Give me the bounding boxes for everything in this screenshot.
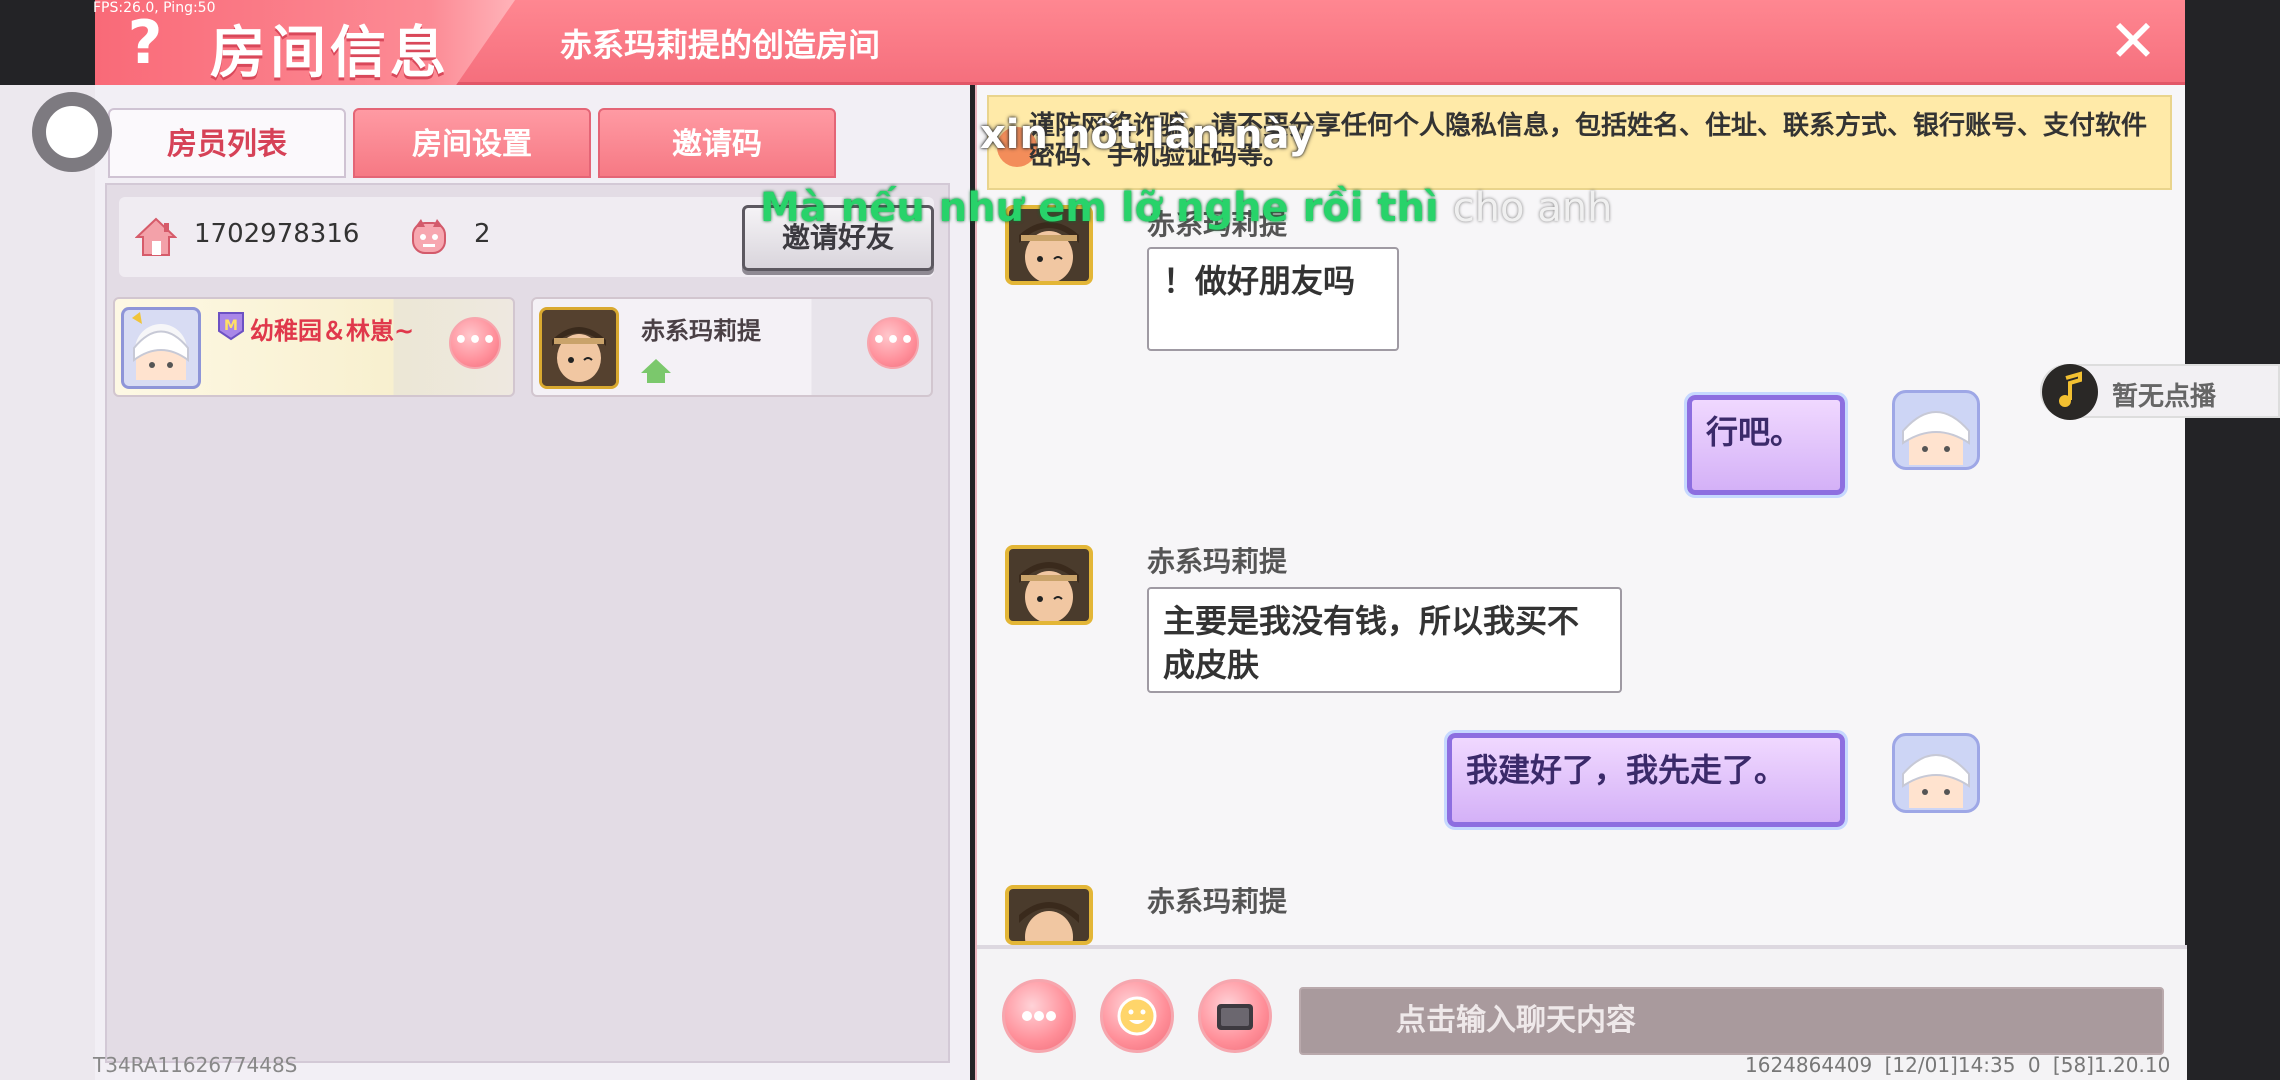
avatar-brown-hair-icon bbox=[1019, 902, 1079, 941]
self-avatar[interactable] bbox=[1892, 733, 1980, 813]
chat-bubble[interactable]: ！做好朋友吗 bbox=[1147, 247, 1399, 351]
svg-text:M: M bbox=[224, 318, 238, 334]
subtitle-pending: cho anh bbox=[1452, 185, 1613, 231]
device-id: T34RA1162677448S bbox=[93, 1053, 298, 1077]
version-info: 1624864409 [12/01]14:35 0 [58]1.20.10 bbox=[1745, 1053, 2171, 1077]
member-avatar[interactable] bbox=[539, 307, 619, 389]
left-edge-background bbox=[0, 85, 105, 1080]
video-subtitle-line: xin nốt lần này bbox=[980, 112, 1315, 158]
avatar-white-hair-icon bbox=[1902, 754, 1970, 808]
chat-input[interactable]: 点击输入聊天内容 bbox=[1299, 987, 2164, 1055]
tab-member-list[interactable]: 房员列表 bbox=[108, 108, 346, 178]
member-name: 赤系玛莉提 bbox=[641, 317, 761, 345]
emoji-button[interactable] bbox=[1100, 979, 1174, 1053]
room-id: 1702978316 bbox=[194, 219, 360, 249]
avatar-white-hair-icon bbox=[1902, 411, 1970, 465]
room-info-header: ? 房间信息 赤系玛莉提的创造房间 ✕ bbox=[95, 0, 2185, 86]
more-options-button[interactable] bbox=[1002, 979, 1076, 1053]
member-more-button[interactable]: ••• bbox=[449, 317, 501, 369]
home-icon bbox=[135, 217, 177, 256]
self-avatar[interactable] bbox=[1892, 390, 1980, 470]
music-note-icon bbox=[2042, 364, 2098, 420]
member-more-button[interactable]: ••• bbox=[867, 317, 919, 369]
help-icon[interactable]: ? bbox=[115, 8, 175, 78]
tab-invite-code[interactable]: 邀请码 bbox=[598, 108, 836, 178]
room-name: 赤系玛莉提的创造房间 bbox=[560, 26, 881, 64]
member-count: 2 bbox=[474, 219, 491, 249]
chat-panel: 谨防网络诈骗，请不要分享任何个人隐私信息，包括姓名、住址、联系方式、银行账号、支… bbox=[975, 85, 2187, 1080]
member-name: 幼稚园＆林崽~ bbox=[250, 317, 415, 345]
fps-readout: FPS:26.0, Ping:50 bbox=[93, 0, 216, 16]
sender-avatar[interactable] bbox=[1005, 545, 1093, 625]
sender-avatar[interactable] bbox=[1005, 885, 1093, 945]
chat-bubble-self[interactable]: 我建好了，我先走了。 bbox=[1444, 730, 1848, 830]
member-count-icon bbox=[412, 219, 446, 254]
chat-bubble-self[interactable]: 行吧。 bbox=[1684, 392, 1848, 498]
quick-phrase-button[interactable] bbox=[1198, 979, 1272, 1053]
music-request-widget[interactable]: 暂无点播 bbox=[2040, 364, 2280, 420]
emoji-icon bbox=[1117, 996, 1157, 1036]
floating-assistant-button[interactable] bbox=[32, 92, 112, 172]
member-avatar[interactable] bbox=[121, 307, 201, 389]
avatar-white-hair-icon bbox=[132, 312, 189, 380]
subtitle-highlighted: Mà nếu như em lỡ nghe rồi thì bbox=[760, 185, 1439, 231]
members-panel: 房员列表 房间设置 邀请码 1702978316 2 邀请好友 M 幼稚园＆林崽… bbox=[95, 85, 970, 1080]
more-dots-icon bbox=[1022, 1011, 1056, 1021]
chat-bubble[interactable]: 主要是我没有钱，所以我买不成皮肤 bbox=[1147, 587, 1622, 693]
music-label: 暂无点播 bbox=[2112, 382, 2217, 412]
member-card[interactable]: M 幼稚园＆林崽~ ••• bbox=[113, 297, 515, 397]
avatar-brown-hair-icon bbox=[542, 310, 616, 386]
sender-name: 赤系玛莉提 bbox=[1147, 885, 1288, 918]
page-title: 房间信息 bbox=[210, 21, 450, 86]
close-icon[interactable]: ✕ bbox=[2103, 12, 2163, 72]
sender-name: 赤系玛莉提 bbox=[1147, 545, 1288, 578]
tab-room-settings[interactable]: 房间设置 bbox=[353, 108, 591, 178]
keyboard-icon bbox=[1217, 1004, 1253, 1030]
vip-badge-icon: M bbox=[218, 312, 244, 341]
member-list: 1702978316 2 邀请好友 M 幼稚园＆林崽~ ••• 赤系玛莉提 ••… bbox=[105, 183, 950, 1063]
video-subtitle-line: Mà nếu như em lỡ nghe rồi thì cho anh bbox=[760, 185, 1612, 231]
member-card[interactable]: 赤系玛莉提 ••• bbox=[531, 297, 933, 397]
host-home-icon bbox=[641, 359, 671, 383]
avatar-brown-hair-icon bbox=[1019, 562, 1079, 621]
